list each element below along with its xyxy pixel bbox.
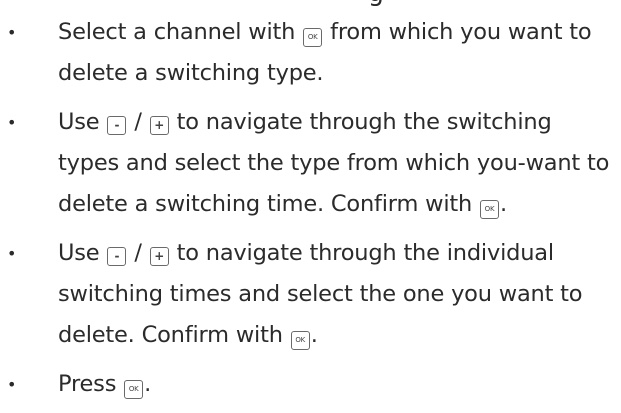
section-heading-fragment: g bbox=[120, 0, 500, 6]
minus-key-icon: - bbox=[107, 116, 127, 135]
step-item-1: • Select a channel with OK from which yo… bbox=[0, 12, 621, 94]
bullet-icon: • bbox=[7, 244, 17, 263]
plus-key-icon: + bbox=[149, 116, 169, 135]
heading-fragment-text: g bbox=[368, 0, 500, 6]
step-2-separator: / bbox=[127, 109, 149, 135]
bullet-icon: • bbox=[7, 23, 17, 42]
step-2-text-a: Use bbox=[58, 109, 107, 135]
ok-key-icon: OK bbox=[303, 28, 323, 47]
ok-key-icon: OK bbox=[124, 380, 144, 399]
ok-key-icon: OK bbox=[290, 331, 310, 350]
instruction-list: • Select a channel with OK from which yo… bbox=[0, 12, 621, 413]
step-4-text-c: . bbox=[144, 371, 152, 397]
ok-key-icon: OK bbox=[480, 200, 500, 219]
bullet-icon: • bbox=[7, 113, 17, 132]
step-3-separator: / bbox=[127, 240, 149, 266]
step-1-text-a: Select a channel with bbox=[58, 19, 303, 45]
plus-key-icon: + bbox=[149, 247, 169, 266]
step-2-text-c: . bbox=[500, 191, 507, 217]
step-item-3: • Use - / + to navigate through the indi… bbox=[0, 233, 621, 356]
step-3-text-c: . bbox=[310, 322, 318, 348]
step-3-text-a: Use bbox=[58, 240, 107, 266]
step-item-2: • Use - / + to navigate through the swit… bbox=[0, 102, 621, 225]
minus-key-icon: - bbox=[107, 247, 127, 266]
step-4-text-a: Press bbox=[58, 371, 124, 397]
